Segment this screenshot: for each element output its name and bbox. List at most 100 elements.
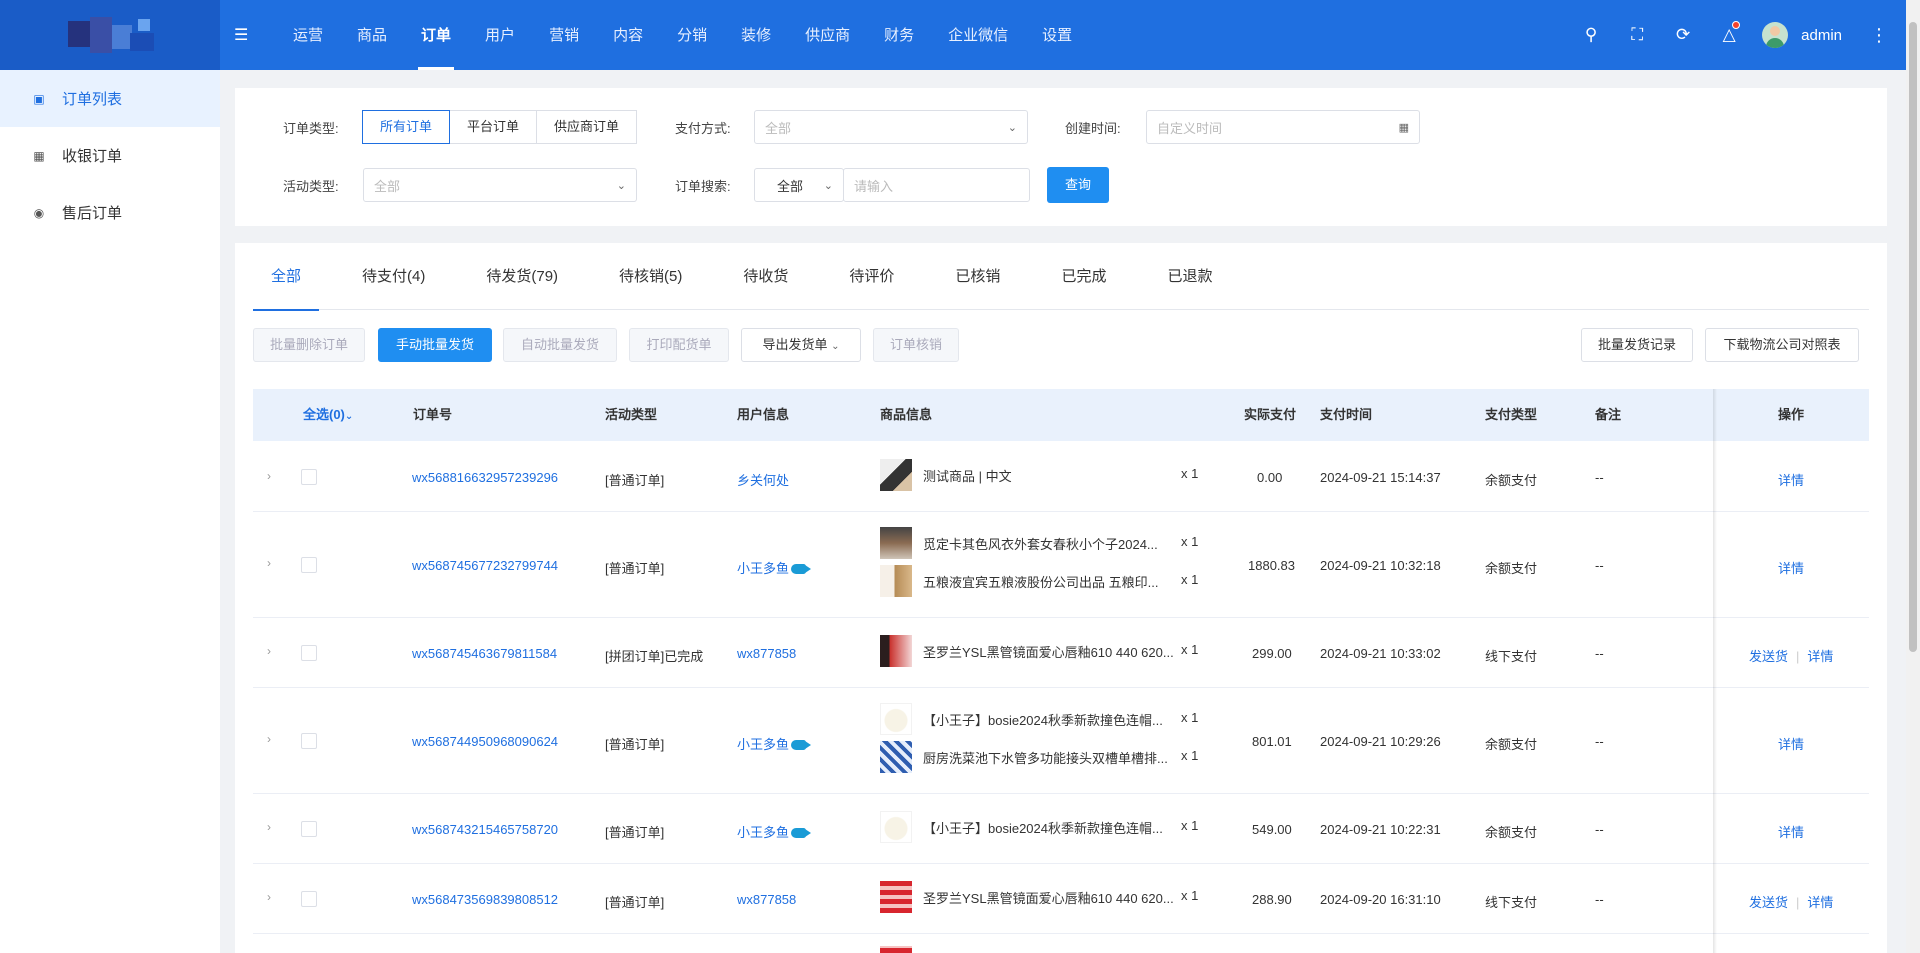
paid-amount: 801.01	[1252, 734, 1292, 749]
batch-delete-button[interactable]: 批量删除订单	[253, 328, 365, 362]
goods-qty: x 1	[1181, 818, 1199, 833]
user-link[interactable]: 小王多鱼	[737, 822, 812, 841]
avatar[interactable]	[1762, 22, 1789, 48]
detail-link[interactable]: 详情	[1807, 649, 1833, 664]
sidebar-item-order-list[interactable]: ▣ 订单列表	[0, 70, 220, 127]
order-number-link[interactable]: wx568816632957239296	[412, 470, 558, 485]
expand-chevron-icon[interactable]: ›	[267, 820, 271, 834]
bell-icon[interactable]: △	[1706, 21, 1752, 45]
order-type-platform[interactable]: 平台订单	[449, 110, 538, 144]
print-picking-list-button[interactable]: 打印配货单	[629, 328, 729, 362]
tab-verified[interactable]: 已核销	[937, 243, 1018, 310]
user-link[interactable]: 乡关何处	[737, 470, 789, 489]
user-link[interactable]: wx877858	[737, 646, 796, 661]
refresh-icon[interactable]: ⟳	[1660, 25, 1706, 45]
order-number-link[interactable]: wx568743215465758720	[412, 822, 558, 837]
search-icon[interactable]: ⚲	[1568, 25, 1614, 45]
fullscreen-icon[interactable]: ⛶	[1614, 25, 1660, 45]
nav-item-finance[interactable]: 财务	[867, 0, 931, 70]
download-logistics-button[interactable]: 下载物流公司对照表	[1705, 328, 1859, 362]
menu-toggle-icon[interactable]: ☰	[234, 25, 254, 45]
tab-pending-review[interactable]: 待评价	[831, 243, 912, 310]
order-number-link[interactable]: wx568745463679811584	[412, 646, 557, 661]
row-checkbox[interactable]	[301, 645, 317, 661]
activity-type: [普通订单]	[605, 561, 665, 576]
export-shipment-button[interactable]: 导出发货单 ⌄	[741, 328, 861, 362]
col-pay-type: 支付类型	[1485, 407, 1538, 422]
goods-thumbnail	[880, 946, 912, 953]
nav-item-marketing[interactable]: 营销	[532, 0, 596, 70]
tab-pending-receipt[interactable]: 待收货	[725, 243, 806, 310]
nav-item-operations[interactable]: 运营	[276, 0, 340, 70]
select-all-checkbox[interactable]: 全选(0)⌄	[303, 389, 353, 443]
tab-refunded[interactable]: 已退款	[1149, 243, 1230, 310]
tab-pending-verify[interactable]: 待核销(5)	[601, 243, 700, 310]
detail-link[interactable]: 详情	[1778, 558, 1804, 577]
logo[interactable]	[0, 0, 220, 70]
row-checkbox[interactable]	[301, 733, 317, 749]
search-button[interactable]: 查询	[1047, 167, 1109, 203]
nav-item-distribution[interactable]: 分销	[660, 0, 724, 70]
scrollbar-thumb[interactable]	[1909, 22, 1917, 652]
tab-all[interactable]: 全部	[253, 243, 320, 311]
created-time-picker[interactable]: 自定义时间 ▦	[1146, 110, 1420, 144]
nav-item-settings[interactable]: 设置	[1025, 0, 1089, 70]
order-type-supplier[interactable]: 供应商订单	[536, 110, 638, 144]
chevron-down-icon: ⌄	[823, 179, 833, 192]
order-number-link[interactable]: wx568744950968090624	[412, 734, 558, 749]
expand-chevron-icon[interactable]: ›	[267, 732, 271, 746]
nav-item-supplier[interactable]: 供应商	[788, 0, 867, 70]
row-checkbox[interactable]	[301, 891, 317, 907]
page-scrollbar[interactable]	[1906, 0, 1920, 953]
detail-link[interactable]: 详情	[1778, 470, 1804, 489]
order-number-link[interactable]: wx568473569839808512	[412, 892, 558, 907]
order-search-input[interactable]: 请输入	[843, 168, 1030, 202]
more-vertical-icon[interactable]: ⋮	[1870, 25, 1888, 46]
ship-link[interactable]: 发送货	[1749, 895, 1788, 910]
expand-chevron-icon[interactable]: ›	[267, 556, 271, 570]
user-link[interactable]: 小王多鱼	[737, 558, 812, 577]
user-link[interactable]: 小王多鱼	[737, 734, 812, 753]
search-scope-value: 全部	[777, 178, 804, 194]
nav-item-wecom[interactable]: 企业微信	[931, 0, 1025, 70]
tab-pending-shipment[interactable]: 待发货(79)	[468, 243, 576, 310]
pay-type: 余额支付	[1485, 737, 1538, 752]
row-actions: 发送货 | 详情	[1749, 649, 1834, 664]
nav-item-goods[interactable]: 商品	[340, 0, 404, 70]
expand-chevron-icon[interactable]: ›	[267, 469, 271, 483]
goods-qty: x 1	[1181, 466, 1199, 481]
goods-qty: x 1	[1181, 572, 1199, 587]
row-checkbox[interactable]	[301, 557, 317, 573]
order-verify-button[interactable]: 订单核销	[873, 328, 959, 362]
detail-link[interactable]: 详情	[1778, 734, 1804, 753]
paid-amount: 1880.83	[1248, 558, 1295, 573]
ship-link[interactable]: 发送货	[1749, 649, 1788, 664]
detail-link[interactable]: 详情	[1807, 895, 1833, 910]
expand-chevron-icon[interactable]: ›	[267, 644, 271, 658]
tab-completed[interactable]: 已完成	[1043, 243, 1124, 310]
order-number-link[interactable]: wx568745677232799744	[412, 558, 558, 573]
expand-chevron-icon[interactable]: ›	[267, 890, 271, 904]
tab-pending-payment[interactable]: 待支付(4)	[344, 243, 443, 310]
search-scope-select[interactable]: 全部 ⌄	[754, 168, 844, 202]
row-actions: 发送货 | 详情	[1749, 895, 1834, 910]
nav-item-users[interactable]: 用户	[468, 0, 532, 70]
nav-item-orders[interactable]: 订单	[404, 0, 468, 70]
username[interactable]: admin	[1801, 27, 1842, 44]
order-type-all[interactable]: 所有订单	[362, 110, 451, 144]
auto-batch-ship-button[interactable]: 自动批量发货	[503, 328, 617, 362]
user-link[interactable]: wx877858	[737, 892, 796, 907]
detail-link[interactable]: 详情	[1778, 822, 1804, 841]
activity-type-select[interactable]: 全部 ⌄	[363, 168, 637, 202]
ship-records-button[interactable]: 批量发货记录	[1581, 328, 1693, 362]
nav-item-decoration[interactable]: 装修	[724, 0, 788, 70]
remark: --	[1595, 558, 1604, 573]
row-checkbox[interactable]	[301, 821, 317, 837]
row-checkbox[interactable]	[301, 469, 317, 485]
created-time-label: 创建时间:	[1065, 121, 1121, 136]
pay-method-select[interactable]: 全部 ⌄	[754, 110, 1028, 144]
sidebar-item-cashier-orders[interactable]: ▦ 收银订单	[0, 127, 220, 184]
nav-item-content[interactable]: 内容	[596, 0, 660, 70]
manual-batch-ship-button[interactable]: 手动批量发货	[378, 328, 492, 362]
sidebar-item-after-sale[interactable]: ◉ 售后订单	[0, 184, 220, 241]
